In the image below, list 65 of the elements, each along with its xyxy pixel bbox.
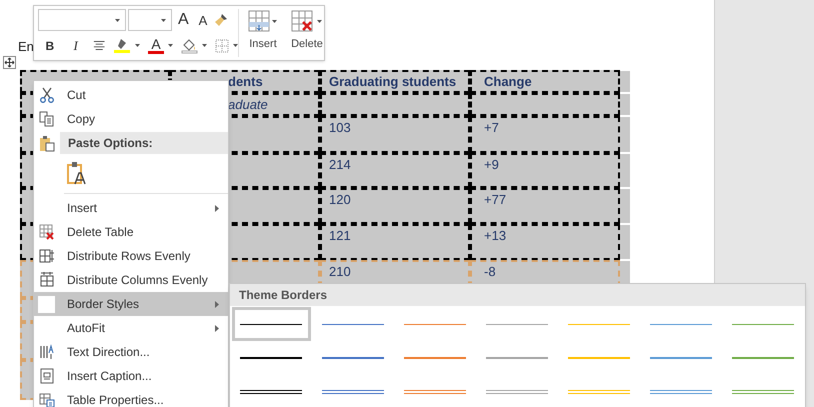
menu-item[interactable]: AutoFit (34, 316, 228, 340)
paste-text-only-icon[interactable] (67, 161, 87, 185)
submenu-arrow-icon (215, 204, 219, 212)
insert-table-icon (248, 10, 278, 34)
menu-item[interactable]: Insert Caption... (34, 364, 228, 388)
delete-button[interactable]: Delete (287, 9, 327, 57)
table-cell: Change (470, 70, 620, 93)
paint-bucket-icon[interactable] (181, 37, 198, 54)
dropdown-arrow-icon (202, 44, 207, 48)
menu-item[interactable]: Distribute Rows Evenly (34, 244, 228, 268)
table-cell: +9 (470, 153, 620, 188)
italic-button[interactable]: I (66, 36, 85, 56)
dropdown-arrow-icon (233, 44, 238, 48)
paintbrush-icon[interactable] (213, 12, 230, 28)
copy-icon (38, 111, 54, 127)
submenu-header: Theme Borders (230, 284, 805, 306)
distribute-columns-icon (38, 272, 54, 288)
move-handle-icon[interactable] (3, 56, 16, 68)
bold-button[interactable]: B (41, 36, 59, 55)
table-cell: 103 (320, 116, 470, 153)
clipboard-icon (38, 134, 54, 152)
table-cell: 121 (320, 224, 470, 260)
font-name-field[interactable] (38, 9, 126, 31)
shrink-font-button[interactable]: A (194, 14, 212, 26)
menu-item[interactable]: Delete Table (34, 220, 228, 244)
text-direction-icon (38, 344, 54, 360)
row-end-cell (620, 153, 630, 188)
font-color-button[interactable]: A (148, 37, 164, 54)
table-cell: +7 (470, 116, 620, 153)
distribute-rows-icon (38, 248, 54, 264)
menu-section-header: Paste Options: (60, 132, 228, 154)
table-cell: Graduating students (320, 70, 470, 93)
menu-item[interactable]: Distribute Columns Evenly (34, 268, 228, 292)
dropdown-arrow-icon (115, 18, 120, 22)
document-text: En (18, 38, 34, 56)
table-cell: +13 (470, 224, 620, 260)
insert-button[interactable]: Insert (243, 9, 283, 57)
row-end-cell (620, 188, 630, 224)
border-swatch-icon (38, 296, 55, 312)
row-end-cell (620, 70, 630, 93)
menu-item[interactable]: Border Styles (34, 292, 228, 316)
row-end-cell (620, 224, 630, 260)
submenu-arrow-icon (215, 324, 219, 332)
row-end-cell (620, 116, 630, 153)
delete-table-icon (291, 10, 323, 34)
border-style-option[interactable] (232, 307, 311, 341)
table-cell: 120 (320, 188, 470, 224)
row-end-cell (620, 93, 630, 116)
font-size-field[interactable] (128, 9, 172, 31)
align-center-icon[interactable] (92, 40, 105, 52)
highlighter-icon[interactable] (113, 37, 131, 54)
table-cell: 214 (320, 153, 470, 188)
dropdown-arrow-icon (161, 18, 166, 22)
dropdown-arrow-icon (168, 44, 173, 48)
scissors-icon (38, 87, 54, 103)
menu-item[interactable]: Table Properties... (34, 388, 228, 407)
delete-table-icon (38, 224, 54, 240)
submenu-arrow-icon (215, 300, 219, 308)
menu-item[interactable]: Insert (34, 196, 228, 220)
grow-font-button[interactable]: A (174, 12, 193, 28)
table-cell: +77 (470, 188, 620, 224)
borders-icon[interactable] (215, 38, 229, 53)
dropdown-arrow-icon (135, 44, 140, 48)
menu-item[interactable]: Text Direction... (34, 340, 228, 364)
caption-icon (40, 368, 54, 384)
